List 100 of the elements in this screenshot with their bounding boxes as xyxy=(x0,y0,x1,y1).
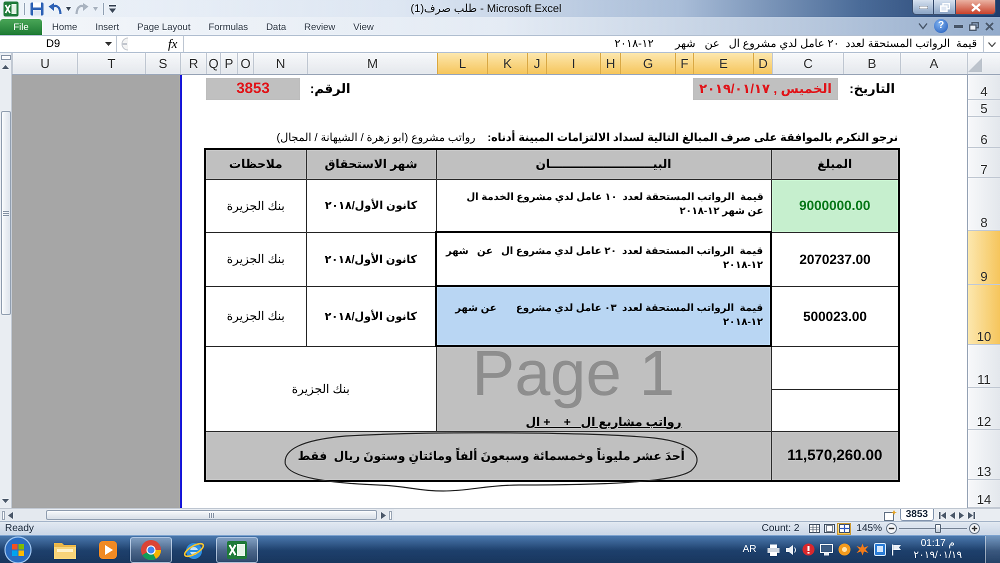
close-button[interactable] xyxy=(956,0,996,15)
new-sheet-icon[interactable] xyxy=(884,510,897,520)
clock-date[interactable]: ٢٠١٩/٠١/١٩ xyxy=(913,550,962,562)
column-header[interactable]: T xyxy=(77,53,145,74)
restore-icon[interactable] xyxy=(969,22,979,30)
ribbon-tab[interactable]: Formulas xyxy=(199,19,258,35)
scroll-left-icon[interactable] xyxy=(8,512,13,518)
formula-field[interactable]: قيمة الرواتب المستحقة لعدد ٢٠ عامل لدي مشروع ال عن شهر ١٢-٢٠١٨ xyxy=(183,36,984,52)
zoom-slider[interactable] xyxy=(899,524,967,533)
ribbon-tab[interactable]: View xyxy=(344,19,383,35)
minimize-button[interactable] xyxy=(912,0,934,15)
zoom-in-icon[interactable] xyxy=(969,523,980,534)
monitor-icon[interactable] xyxy=(820,544,834,556)
dropdown-caret-icon[interactable] xyxy=(105,42,112,46)
restore-button[interactable] xyxy=(934,0,956,15)
insert-function-button[interactable]: fx xyxy=(164,36,182,52)
alert-badge-icon[interactable] xyxy=(802,543,816,556)
row-header[interactable]: 12 xyxy=(968,388,1000,430)
zoom-slider-thumb[interactable] xyxy=(935,524,942,533)
file-tab[interactable]: File xyxy=(0,19,42,35)
language-indicator[interactable]: AR xyxy=(742,544,756,555)
column-header[interactable]: A xyxy=(900,53,967,74)
column-header[interactable]: D xyxy=(753,53,772,74)
flag-icon[interactable] xyxy=(891,544,902,556)
spreadsheet-app-icon[interactable] xyxy=(3,0,19,16)
round-badge-icon[interactable] xyxy=(838,543,852,556)
chevron-icon[interactable] xyxy=(918,22,928,30)
last-sheet-icon[interactable] xyxy=(968,512,975,518)
column-header[interactable]: S xyxy=(145,53,180,74)
column-header[interactable]: M xyxy=(307,53,437,74)
scroll-up-icon[interactable] xyxy=(2,65,9,69)
customize-toolbar-icon[interactable] xyxy=(109,4,116,12)
row-header[interactable]: 11 xyxy=(968,345,1000,388)
close-icon xyxy=(970,2,980,12)
column-header[interactable]: I xyxy=(546,53,600,74)
ribbon-tab[interactable]: Insert xyxy=(86,19,128,35)
scroll-thumb[interactable] xyxy=(0,111,10,315)
column-header[interactable]: N xyxy=(253,53,307,74)
row-header[interactable]: 9 xyxy=(968,231,1000,285)
sheet-tab[interactable]: 3853 xyxy=(900,509,934,521)
description-cell: قيمة الرواتب المستحقة لعدد ٠٣ عامل لدي مشروع عن شهر ١٢-٢٠١٨ xyxy=(436,286,771,346)
printer-icon[interactable] xyxy=(767,544,780,556)
split-handle-icon[interactable] xyxy=(2,510,5,520)
ribbon-tab[interactable]: Page Layout xyxy=(128,19,200,35)
ribbon-tab[interactable]: Review xyxy=(295,19,344,35)
scroll-down-icon[interactable] xyxy=(2,499,9,503)
taskbar-app-button[interactable] xyxy=(216,536,258,562)
splash-icon[interactable] xyxy=(856,543,870,556)
row-header[interactable]: 4 xyxy=(968,75,1000,100)
split-handle-icon[interactable] xyxy=(389,510,392,520)
view-button[interactable] xyxy=(807,522,822,534)
column-header[interactable]: B xyxy=(843,53,900,74)
ribbon-tab[interactable]: Home xyxy=(43,19,86,35)
vertical-scrollbar[interactable] xyxy=(0,53,12,508)
speaker-icon[interactable] xyxy=(785,544,798,556)
row-header[interactable]: 7 xyxy=(968,148,1000,178)
undo-arrow-icon[interactable] xyxy=(48,2,62,15)
column-header[interactable]: P xyxy=(220,53,237,74)
zoom-out-icon[interactable] xyxy=(886,523,897,534)
ribbon-tab[interactable]: Data xyxy=(257,19,296,35)
row-header[interactable]: 10 xyxy=(968,285,1000,345)
description-cell: قيمة الرواتب المستحقة لعدد ٢٠ عامل لدي مشروع ال عن شهر ١٢-٢٠١٨ xyxy=(436,232,771,286)
column-heading: ملاحظات xyxy=(205,149,306,179)
minimize-icon xyxy=(918,6,928,8)
column-header[interactable]: H xyxy=(600,53,620,74)
row-header[interactable]: 13 xyxy=(968,430,1000,480)
tablet-icon[interactable] xyxy=(874,543,886,556)
count-summary[interactable]: Count: 2 xyxy=(762,523,800,534)
column-header[interactable]: K xyxy=(487,53,527,74)
zoom-level[interactable]: 145% xyxy=(856,523,882,534)
scroll-right-icon[interactable] xyxy=(381,512,386,518)
column-header[interactable]: R xyxy=(180,53,206,74)
first-sheet-icon[interactable] xyxy=(939,512,946,518)
close-icon[interactable] xyxy=(985,22,994,30)
taskbar-app-button[interactable] xyxy=(130,536,172,562)
column-header[interactable]: J xyxy=(527,53,546,74)
scroll-thumb[interactable] xyxy=(46,510,377,520)
split-handle-icon[interactable] xyxy=(0,55,10,60)
expand-caret-icon[interactable] xyxy=(988,42,996,46)
horizontal-scrollbar[interactable] xyxy=(0,509,394,521)
number-cell: 3853 xyxy=(206,78,300,100)
column-header[interactable]: U xyxy=(12,53,77,74)
next-sheet-icon[interactable] xyxy=(959,512,964,518)
column-header[interactable]: L xyxy=(437,53,487,74)
column-header[interactable]: Q xyxy=(206,53,220,74)
view-button[interactable] xyxy=(822,522,836,534)
start-orb-icon[interactable] xyxy=(4,536,32,563)
column-header[interactable]: O xyxy=(237,53,253,74)
name-box[interactable]: D9 xyxy=(0,36,117,52)
row-header[interactable]: 5 xyxy=(968,100,1000,117)
column-header[interactable]: E xyxy=(693,53,753,74)
show-desktop-button[interactable] xyxy=(985,536,1000,563)
clock-time[interactable]: 01:17 م xyxy=(920,538,955,550)
minimize-icon[interactable] xyxy=(954,24,963,28)
previous-sheet-icon[interactable] xyxy=(950,512,955,518)
column-header[interactable]: G xyxy=(620,53,675,74)
view-button[interactable] xyxy=(837,522,852,534)
row-header[interactable]: 6 xyxy=(968,117,1000,148)
dropdown-caret-icon[interactable] xyxy=(66,6,71,10)
column-header[interactable]: F xyxy=(675,53,693,74)
